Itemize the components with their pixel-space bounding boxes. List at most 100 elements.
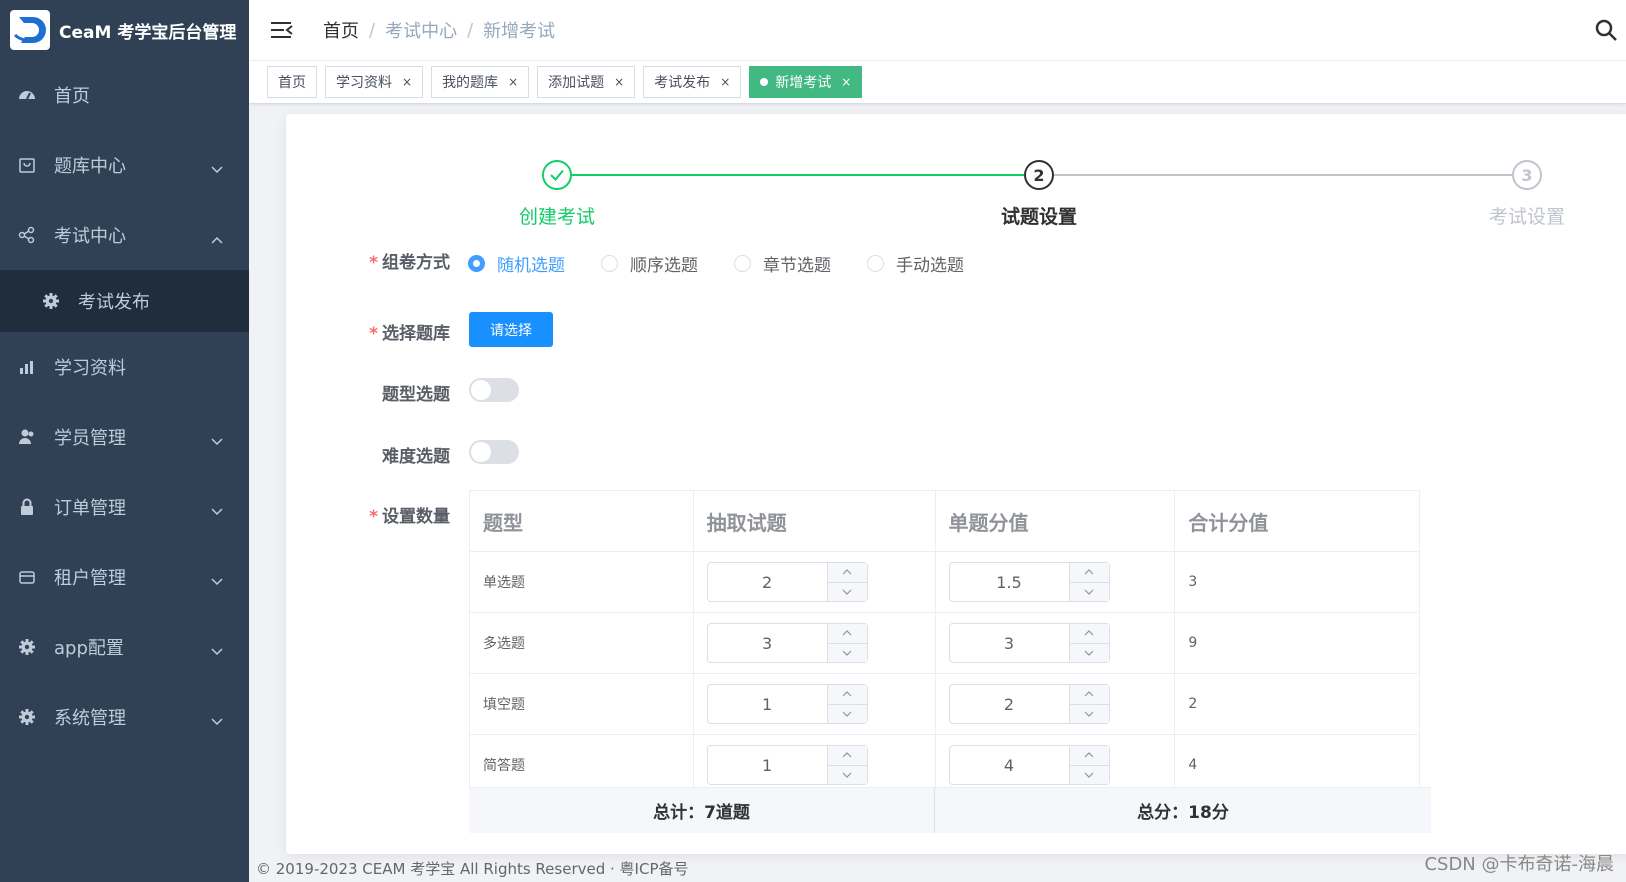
sidebar-item-4[interactable]: 学员管理 xyxy=(0,402,249,472)
score-stepper[interactable]: 1.5 xyxy=(948,562,1110,602)
stepper-value[interactable]: 4 xyxy=(950,746,1069,784)
peoples-icon xyxy=(18,428,36,446)
score-stepper[interactable]: 2 xyxy=(948,684,1110,724)
tag-label: 学习资料 xyxy=(336,75,392,91)
radio-circle-icon[interactable] xyxy=(601,255,618,272)
sidebar-item-1[interactable]: 题库中心 xyxy=(0,130,249,200)
stepper-value[interactable]: 1 xyxy=(708,685,827,723)
method-radio-2[interactable]: 章节选题 xyxy=(734,251,831,276)
radio-label: 手动选题 xyxy=(896,256,964,276)
total-cell: 9 xyxy=(1174,612,1420,674)
close-icon[interactable]: × xyxy=(841,75,851,89)
increase-icon[interactable] xyxy=(1069,685,1109,705)
close-icon[interactable]: × xyxy=(402,75,412,89)
sidebar-item-8[interactable]: 系统管理 xyxy=(0,682,249,752)
decrease-icon[interactable] xyxy=(1070,644,1109,663)
close-icon[interactable]: × xyxy=(614,75,624,89)
increase-icon[interactable] xyxy=(1069,746,1109,766)
stepper-value[interactable]: 2 xyxy=(950,685,1069,723)
method-radio-1[interactable]: 顺序选题 xyxy=(601,251,698,276)
decrease-icon[interactable] xyxy=(828,766,867,785)
tags-view: 首页 学习资料 × 我的题库 × 添加试题 × 考试发布 × 新增考试 × xyxy=(249,60,1626,104)
stepper-value[interactable]: 3 xyxy=(708,624,827,662)
type-switch-label: 题型选题 xyxy=(382,385,450,405)
difficulty-switch[interactable] xyxy=(469,440,519,464)
lock-icon xyxy=(18,498,36,516)
tag-4[interactable]: 考试发布 × xyxy=(643,66,742,98)
decrease-icon[interactable] xyxy=(828,644,867,663)
step-3-title: 考试设置 xyxy=(1488,206,1565,228)
sidebar-item-label: 租户管理 xyxy=(54,568,126,589)
score-stepper[interactable]: 3 xyxy=(948,623,1110,663)
shopping-icon xyxy=(18,156,36,174)
count-stepper[interactable]: 1 xyxy=(706,684,868,724)
increase-icon[interactable] xyxy=(1069,563,1109,583)
sidebar-item-0[interactable]: 首页 xyxy=(0,60,249,130)
breadcrumb-home[interactable]: 首页 xyxy=(323,17,359,43)
type-switch[interactable] xyxy=(469,378,519,402)
increase-icon[interactable] xyxy=(827,746,867,766)
radio-circle-icon[interactable] xyxy=(734,255,751,272)
radio-circle-icon[interactable] xyxy=(867,255,884,272)
logo[interactable]: CeaM 考学宝后台管理 xyxy=(0,0,249,60)
sidebar: CeaM 考学宝后台管理 首页 题库中心 考试中心 考试发布学习资料学员管理 订单管理租… xyxy=(0,0,249,882)
stepper-value[interactable]: 1.5 xyxy=(950,563,1069,601)
close-icon[interactable]: × xyxy=(508,75,518,89)
hamburger-icon[interactable] xyxy=(271,20,293,40)
tag-2[interactable]: 我的题库 × xyxy=(431,66,530,98)
increase-icon[interactable] xyxy=(1069,624,1109,644)
search-icon[interactable] xyxy=(1594,18,1618,42)
close-icon[interactable]: × xyxy=(720,75,730,89)
radio-circle-icon[interactable] xyxy=(468,255,485,272)
method-radio-3[interactable]: 手动选题 xyxy=(867,251,964,276)
increase-icon[interactable] xyxy=(827,624,867,644)
sidebar-subitem-exam-publish[interactable]: 考试发布 xyxy=(0,270,249,332)
decrease-icon[interactable] xyxy=(1070,583,1109,602)
stepper-controls xyxy=(1068,563,1109,602)
sidebar-item-3[interactable]: 学习资料 xyxy=(0,332,249,402)
sidebar-item-label: 系统管理 xyxy=(54,708,126,729)
sidebar-item-6[interactable]: 租户管理 xyxy=(0,542,249,612)
stepper-value[interactable]: 1 xyxy=(708,746,827,784)
tag-5[interactable]: 新增考试 × xyxy=(749,66,863,98)
sidebar-item-label: 学习资料 xyxy=(54,358,126,379)
difficulty-switch-label: 难度选题 xyxy=(382,447,450,467)
required-mark: * xyxy=(369,324,378,344)
stepper-value[interactable]: 3 xyxy=(950,624,1069,662)
question-type-cell: 单选题 xyxy=(469,551,694,613)
score-cell: 3 xyxy=(935,612,1176,674)
increase-icon[interactable] xyxy=(827,563,867,583)
step-3-number: 3 xyxy=(1512,160,1542,190)
stepper-controls xyxy=(826,685,867,724)
count-stepper[interactable]: 3 xyxy=(706,623,868,663)
sidebar-item-7[interactable]: app配置 xyxy=(0,612,249,682)
decrease-icon[interactable] xyxy=(828,583,867,602)
count-cell: 2 xyxy=(693,551,936,613)
select-bank-button[interactable]: 请选择 xyxy=(469,312,553,347)
total-cell: 3 xyxy=(1174,551,1420,613)
count-stepper[interactable]: 2 xyxy=(706,562,868,602)
stepper-controls xyxy=(826,624,867,663)
decrease-icon[interactable] xyxy=(828,705,867,724)
decrease-icon[interactable] xyxy=(1070,766,1109,785)
sidebar-item-5[interactable]: 订单管理 xyxy=(0,472,249,542)
stepper-controls xyxy=(826,746,867,785)
table-row: 填空题 1 2 2 xyxy=(469,673,1420,735)
increase-icon[interactable] xyxy=(827,685,867,705)
decrease-icon[interactable] xyxy=(1070,705,1109,724)
breadcrumb-current: 新增考试 xyxy=(483,21,556,42)
tag-3[interactable]: 添加试题 × xyxy=(537,66,636,98)
tag-label: 新增考试 xyxy=(775,75,832,91)
tag-0[interactable]: 首页 xyxy=(267,66,317,98)
chevron-up-icon xyxy=(211,228,223,249)
sidebar-item-2[interactable]: 考试中心 xyxy=(0,200,249,270)
count-stepper[interactable]: 1 xyxy=(706,745,868,785)
score-stepper[interactable]: 4 xyxy=(948,745,1110,785)
stepper-value[interactable]: 2 xyxy=(708,563,827,601)
step-line xyxy=(1054,174,1512,176)
chart-icon xyxy=(18,358,36,376)
tag-1[interactable]: 学习资料 × xyxy=(325,66,424,98)
method-radio-0[interactable]: 随机选题 xyxy=(468,251,565,276)
card-icon xyxy=(18,568,36,586)
required-mark: * xyxy=(369,507,378,527)
